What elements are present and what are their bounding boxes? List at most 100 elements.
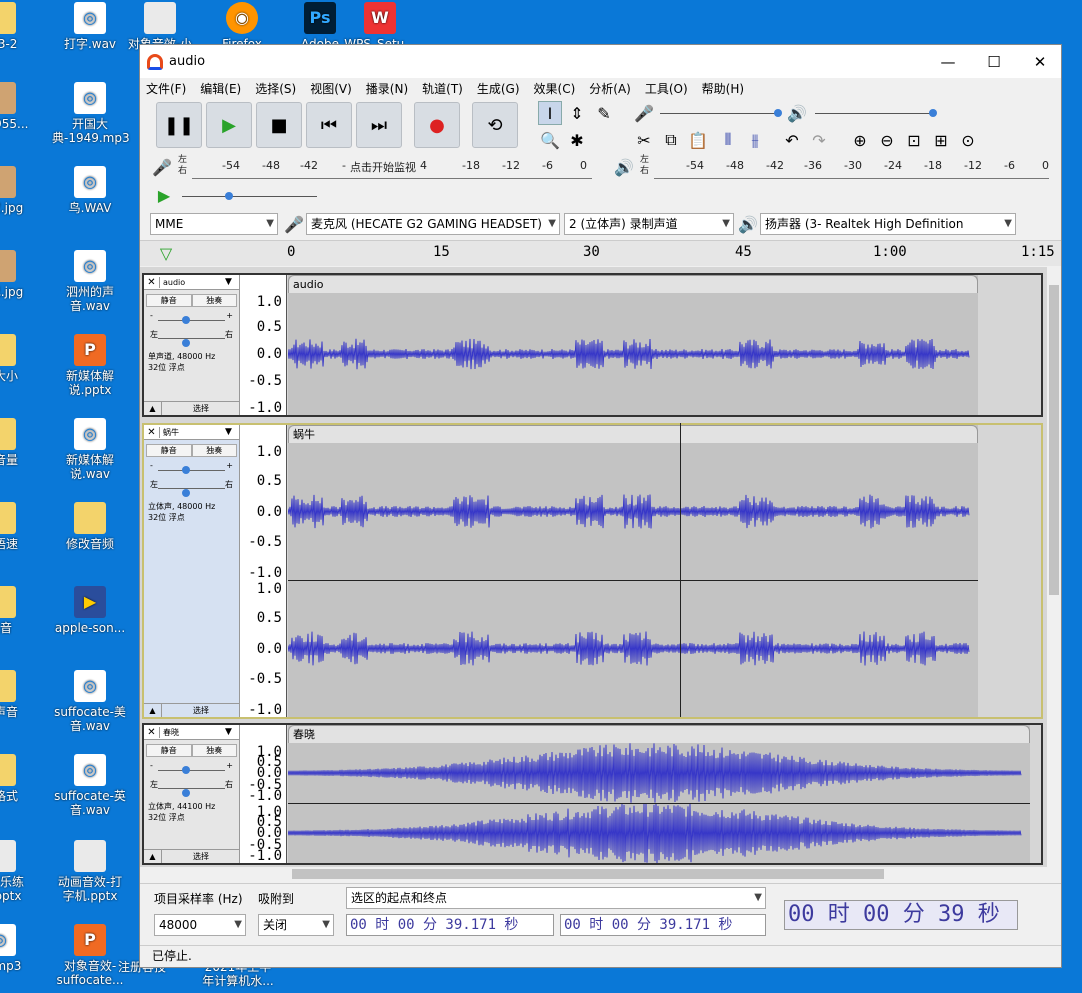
gain-slider[interactable]: - + — [150, 311, 233, 327]
track-control-panel[interactable]: ✕ audio ▼ 静音 独奏 - + 左右 单声道, 48000 Hz 32位 浮点 ▲… — [144, 275, 240, 415]
collapse-track-icon[interactable]: ▲ — [144, 704, 162, 717]
close-button[interactable]: ✕ — [1017, 45, 1063, 78]
collapse-track-icon[interactable]: ▲ — [144, 402, 162, 415]
menu-item[interactable]: 工具(O) — [645, 80, 688, 97]
playback-device-select[interactable]: 扬声器 (3- Realtek High Definition ▼ — [760, 213, 1016, 235]
skip-to-start-button[interactable]: ⏮ — [306, 102, 352, 148]
play-at-speed-button[interactable]: ▶ — [152, 183, 176, 207]
gain-slider[interactable]: - + — [150, 461, 233, 477]
record-volume-thumb[interactable] — [774, 109, 782, 117]
playback-volume-thumb[interactable] — [929, 109, 937, 117]
play-speed-slider[interactable] — [182, 196, 317, 197]
track-menu-arrow-icon[interactable]: ▼ — [225, 277, 239, 287]
track-menu-arrow-icon[interactable]: ▼ — [225, 427, 239, 437]
menu-item[interactable]: 帮助(H) — [702, 80, 744, 97]
desktop-icon[interactable]: 换格式 — [0, 754, 38, 803]
pan-slider[interactable]: 左右 — [150, 329, 233, 347]
pan-slider[interactable]: 左右 — [150, 479, 233, 497]
draw-tool[interactable]: ✎ — [592, 101, 616, 125]
multi-tool[interactable]: ✱ — [565, 128, 589, 152]
paste-button[interactable]: 📋 — [686, 128, 710, 152]
zoom-out-button[interactable]: ⊖ — [875, 128, 899, 152]
menu-item[interactable]: 效果(C) — [534, 80, 576, 97]
track-name-menu[interactable]: 蜗牛 — [160, 427, 225, 438]
mute-button[interactable]: 静音 — [146, 744, 192, 757]
track-name-menu[interactable]: 春晓 — [160, 727, 225, 738]
solo-button[interactable]: 独奏 — [191, 744, 237, 757]
desktop-icon[interactable]: ◎ suffocate-英音.wav — [52, 754, 128, 817]
recording-device-select[interactable]: 麦克风 (HECATE G2 GAMING HEADSET) ▼ — [306, 213, 560, 235]
horizontal-scrollbar[interactable] — [286, 867, 1046, 881]
track-select-button[interactable]: 选择 — [162, 402, 240, 415]
menu-item[interactable]: 编辑(E) — [200, 80, 241, 97]
track-menu-arrow-icon[interactable]: ▼ — [225, 727, 239, 737]
redo-button[interactable]: ↷ — [807, 128, 831, 152]
cut-button[interactable]: ✂ — [632, 128, 656, 152]
desktop-icon[interactable]: 变大小 — [0, 334, 38, 383]
audio-host-select[interactable]: MME ▼ — [150, 213, 278, 235]
waveform-area[interactable]: 春晓 — [288, 725, 1030, 863]
pause-button[interactable]: ❚❚ — [156, 102, 202, 148]
fit-selection-button[interactable]: ⊡ — [902, 128, 926, 152]
audio-position-time[interactable]: 00 时 00 分 39 秒 — [784, 900, 1018, 930]
desktop-icon[interactable]: 录音乐练习.pptx — [0, 840, 38, 903]
menu-item[interactable]: 生成(G) — [477, 80, 520, 97]
mute-button[interactable]: 静音 — [146, 294, 192, 307]
vertical-scrollbar[interactable] — [1047, 267, 1061, 867]
selection-end-time[interactable]: 00 时 00 分 39.171 秒 — [560, 914, 766, 936]
desktop-icon[interactable]: 0a8955... — [0, 82, 38, 131]
menu-item[interactable]: 分析(A) — [589, 80, 631, 97]
zoom-toggle-button[interactable]: ⊙ — [956, 128, 980, 152]
menu-item[interactable]: 轨道(T) — [422, 80, 463, 97]
audio-track[interactable]: ✕ 蜗牛 ▼ 静音 独奏 - + 左右 立体声, 48000 Hz 32位 浮点 ▲ 选择 … — [142, 423, 1043, 719]
menu-item[interactable]: 视图(V) — [310, 80, 352, 97]
track-close-icon[interactable]: ✕ — [144, 426, 160, 438]
maximize-button[interactable]: ☐ — [971, 45, 1017, 78]
project-rate-select[interactable]: 48000 ▼ — [154, 914, 246, 936]
desktop-icon[interactable]: 403-2 — [0, 2, 38, 51]
track-close-icon[interactable]: ✕ — [144, 276, 160, 288]
playback-volume-slider[interactable] — [815, 113, 935, 114]
zoom-in-button[interactable]: ⊕ — [848, 128, 872, 152]
desktop-icon[interactable]: P 对象音效-suffocate... — [52, 924, 128, 987]
silence-button[interactable]: ⫵ — [743, 128, 767, 152]
desktop-icon[interactable]: ◎ 打字.wav — [52, 2, 128, 51]
desktop-icon[interactable]: ◎ 泗州的声音.wav — [52, 250, 128, 313]
fit-project-button[interactable]: ⊞ — [929, 128, 953, 152]
clip-title-bar[interactable]: 蜗牛 — [288, 425, 978, 443]
desktop-icon[interactable]: 变音量 — [0, 418, 38, 467]
copy-button[interactable]: ⧉ — [659, 128, 683, 152]
waveform-area[interactable]: audio — [288, 275, 978, 415]
track-close-icon[interactable]: ✕ — [144, 726, 160, 738]
clip-title-bar[interactable]: audio — [288, 275, 978, 293]
undo-button[interactable]: ↶ — [780, 128, 804, 152]
desktop-icon[interactable]: ◎ 新媒体解说.wav — [52, 418, 128, 481]
desktop-icon[interactable]: 变语速 — [0, 502, 38, 551]
menu-item[interactable]: 文件(F) — [146, 80, 186, 97]
playback-meter[interactable]: -54 -48 -42 -36 -30 -24 -18 -12 -6 0 — [654, 155, 1049, 179]
title-bar[interactable]: audio — ☐ ✕ — [140, 45, 1061, 78]
desktop-icon[interactable]: 游记.jpg — [0, 250, 38, 299]
minimize-button[interactable]: — — [925, 45, 971, 78]
collapse-track-icon[interactable]: ▲ — [144, 850, 162, 863]
audio-track[interactable]: ✕ 春晓 ▼ 静音 独奏 - + 左右 立体声, 44100 Hz 32位 浮点 ▲ 选择 … — [142, 723, 1043, 865]
gain-slider[interactable]: - + — [150, 761, 233, 777]
solo-button[interactable]: 独奏 — [191, 294, 237, 307]
desktop-icon[interactable]: 修改音频 — [52, 502, 128, 551]
horizontal-scroll-thumb[interactable] — [292, 869, 884, 879]
trim-button[interactable]: ⫴ — [716, 128, 740, 152]
vertical-amplitude-scale[interactable]: 1.0 0.5 0.0 -0.5 -1.0 — [240, 275, 287, 415]
desktop-icon[interactable]: 怡空.jpg — [0, 166, 38, 215]
skip-to-end-button[interactable]: ⏭ — [356, 102, 402, 148]
menu-item[interactable]: 选择(S) — [255, 80, 296, 97]
solo-button[interactable]: 独奏 — [191, 444, 237, 457]
selection-start-time[interactable]: 00 时 00 分 39.171 秒 — [346, 914, 554, 936]
track-select-button[interactable]: 选择 — [162, 704, 240, 717]
record-meter[interactable]: -54 -48 -42 - 点击开始监视 4 -18 -12 -6 0 — [192, 155, 592, 179]
loop-button[interactable]: ⟲ — [472, 102, 518, 148]
mute-button[interactable]: 静音 — [146, 444, 192, 457]
track-control-panel[interactable]: ✕ 蜗牛 ▼ 静音 独奏 - + 左右 立体声, 48000 Hz 32位 浮点 ▲ 选择 — [144, 425, 240, 717]
menu-item[interactable]: 播录(N) — [366, 80, 408, 97]
play-speed-thumb[interactable] — [225, 192, 233, 200]
desktop-icon[interactable]: ◎ 开国大典-1949.mp3 — [52, 82, 130, 145]
